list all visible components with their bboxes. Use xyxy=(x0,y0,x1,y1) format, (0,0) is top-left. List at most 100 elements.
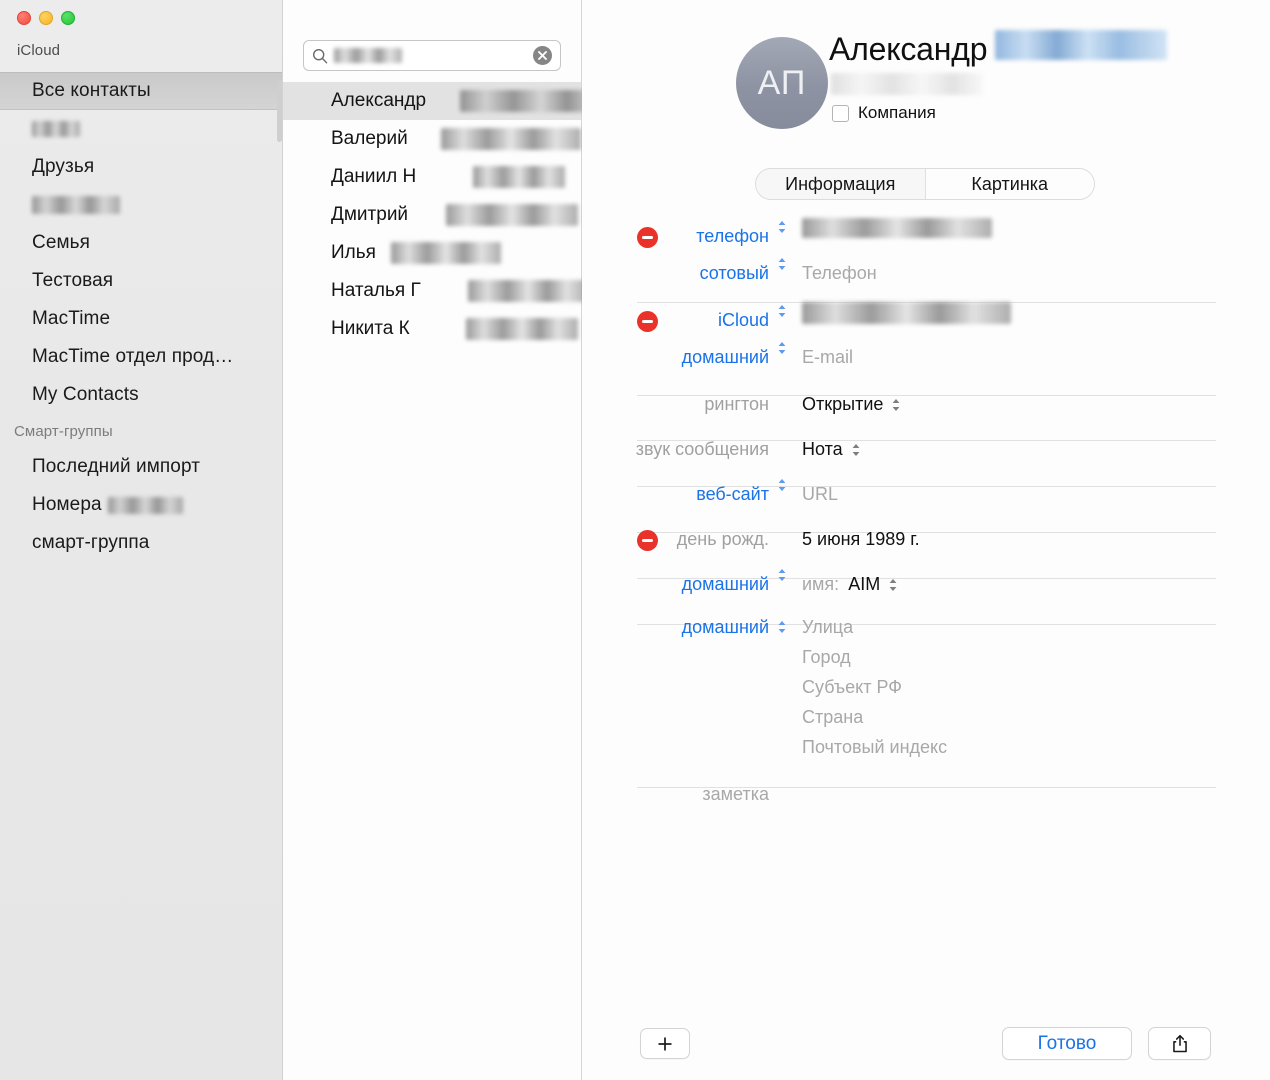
field-value-im[interactable]: имя: AIM xyxy=(789,566,1270,603)
search-field[interactable] xyxy=(303,40,561,71)
redacted-last-name xyxy=(441,128,581,150)
contact-first-name-field[interactable]: Александр xyxy=(829,31,988,68)
field-value[interactable] xyxy=(789,218,1270,238)
stepper-icon[interactable] xyxy=(769,255,789,273)
sidebar-item-numbers[interactable]: Номера xyxy=(0,486,282,524)
tab-information[interactable]: Информация xyxy=(756,169,926,199)
zoom-window-button[interactable] xyxy=(61,11,75,25)
list-item[interactable]: Дмитрий xyxy=(283,196,581,234)
field-label[interactable]: веб-сайт xyxy=(582,476,769,513)
field-row-note: заметка xyxy=(582,776,1270,812)
redacted-email-value xyxy=(802,302,1011,324)
avatar[interactable]: АП xyxy=(736,37,828,129)
list-item[interactable]: Валерий xyxy=(283,120,581,158)
sidebar-item-all-contacts[interactable]: Все контакты xyxy=(0,72,282,110)
redacted-last-name xyxy=(473,166,565,188)
sidebar-item-label: MacTime отдел прод… xyxy=(32,346,234,367)
stepper-icon[interactable] xyxy=(769,339,789,357)
add-field-button[interactable] xyxy=(640,1028,690,1059)
field-label[interactable]: домашний xyxy=(582,566,769,603)
field-label[interactable]: домашний xyxy=(582,612,769,643)
stepper-icon[interactable] xyxy=(891,396,901,414)
redacted-last-name-field[interactable] xyxy=(995,30,1168,60)
list-item[interactable]: Никита К xyxy=(283,310,581,348)
field-label[interactable]: сотовый xyxy=(582,255,769,292)
delete-birthday-icon[interactable] xyxy=(637,530,658,551)
redacted-group-suffix xyxy=(107,496,183,514)
redacted-last-name xyxy=(446,204,578,226)
sidebar-item-friends[interactable]: Друзья xyxy=(0,148,282,186)
field-value[interactable]: Телефон xyxy=(789,255,1270,292)
stepper-icon[interactable] xyxy=(769,566,789,584)
sidebar-scrollbar[interactable] xyxy=(277,80,282,142)
field-row-ringtone: рингтон Открытие xyxy=(582,386,1270,423)
sidebar-item-family[interactable]: Семья xyxy=(0,224,282,262)
ringtone-value: Открытие xyxy=(802,394,884,414)
field-label[interactable]: домашний xyxy=(582,339,769,376)
note-input[interactable] xyxy=(769,776,1270,812)
close-window-button[interactable] xyxy=(17,11,31,25)
address-line-country[interactable]: Страна xyxy=(789,702,947,732)
field-row-birthday: день рожд. 5 июня 1989 г. xyxy=(582,521,1270,558)
done-button[interactable]: Готово xyxy=(1002,1027,1132,1060)
avatar-initials: АП xyxy=(757,63,807,102)
sidebar-item-test[interactable]: Тестовая xyxy=(0,262,282,300)
search-input[interactable] xyxy=(334,48,533,63)
stepper-icon[interactable] xyxy=(888,576,898,594)
sidebar-item-last-import[interactable]: Последний импорт xyxy=(0,448,282,486)
contact-first-name: Илья xyxy=(331,242,376,263)
field-label: рингтон xyxy=(704,394,769,414)
field-label[interactable]: iCloud xyxy=(582,302,769,339)
sidebar-item-label: My Contacts xyxy=(32,384,139,405)
address-line-city[interactable]: Город xyxy=(789,642,947,672)
sidebar-item-label: Номера xyxy=(32,494,102,515)
company-checkbox[interactable] xyxy=(832,104,849,122)
redacted-last-name xyxy=(468,280,588,302)
stepper-icon[interactable] xyxy=(769,476,789,494)
delete-email-icon[interactable] xyxy=(637,311,658,332)
list-item[interactable]: Наталья Г xyxy=(283,272,588,310)
field-value[interactable]: URL xyxy=(789,476,1270,513)
sidebar-item-my-contacts[interactable]: My Contacts xyxy=(0,376,282,414)
clear-search-icon[interactable] xyxy=(533,46,552,65)
field-value-message-sound[interactable]: Нота xyxy=(789,431,1270,468)
minimize-window-button[interactable] xyxy=(39,11,53,25)
stepper-icon[interactable] xyxy=(851,441,861,459)
share-button[interactable] xyxy=(1148,1027,1211,1060)
sidebar-item-redacted-2[interactable] xyxy=(0,186,282,224)
field-value[interactable] xyxy=(789,302,1270,324)
list-item[interactable]: Александр xyxy=(283,82,622,120)
tab-label: Картинка xyxy=(971,173,1049,194)
contact-detail-pane: АП Александр Компания Информация Картинк… xyxy=(582,0,1270,1080)
address-line-zip[interactable]: Почтовый индекс xyxy=(789,732,947,762)
plus-icon xyxy=(658,1037,672,1050)
stepper-icon[interactable] xyxy=(769,218,789,236)
list-item[interactable]: Илья xyxy=(283,234,581,272)
sidebar-item-label: Все контакты xyxy=(32,80,151,101)
field-row-message-sound: звук сообщения Нота xyxy=(582,431,1270,468)
address-line-street[interactable]: Улица xyxy=(789,612,947,642)
detail-tab-bar: Информация Картинка xyxy=(755,168,1095,200)
sidebar-item-mactime-sales[interactable]: MacTime отдел прод… xyxy=(0,338,282,376)
im-value-prefix: имя: xyxy=(802,574,840,594)
stepper-icon[interactable] xyxy=(769,612,789,636)
message-sound-value: Нота xyxy=(802,439,843,459)
tab-picture[interactable]: Картинка xyxy=(925,169,1094,199)
list-item[interactable]: Даниил Н xyxy=(283,158,581,196)
sidebar-item-label: Последний импорт xyxy=(32,456,201,477)
field-value-birthday[interactable]: 5 июня 1989 г. xyxy=(789,521,1270,558)
field-value-ringtone[interactable]: Открытие xyxy=(789,386,1270,423)
field-label[interactable]: телефон xyxy=(582,218,769,255)
sidebar-group-list: Все контакты Друзья Семья Тестовая MacTi… xyxy=(0,72,282,562)
redacted-group-name xyxy=(32,121,80,137)
sidebar-item-smart-group[interactable]: смарт-группа xyxy=(0,524,282,562)
field-value[interactable]: E-mail xyxy=(789,339,1270,376)
contact-first-name: Александр xyxy=(331,90,427,111)
sidebar-item-redacted-1[interactable] xyxy=(0,110,282,148)
company-checkbox-row[interactable]: Компания xyxy=(832,103,936,123)
address-line-region[interactable]: Субъект РФ xyxy=(789,672,947,702)
sidebar-item-mactime[interactable]: MacTime xyxy=(0,300,282,338)
redacted-organization-field[interactable] xyxy=(831,73,983,95)
delete-phone-icon[interactable] xyxy=(637,227,658,248)
stepper-icon[interactable] xyxy=(769,302,789,320)
